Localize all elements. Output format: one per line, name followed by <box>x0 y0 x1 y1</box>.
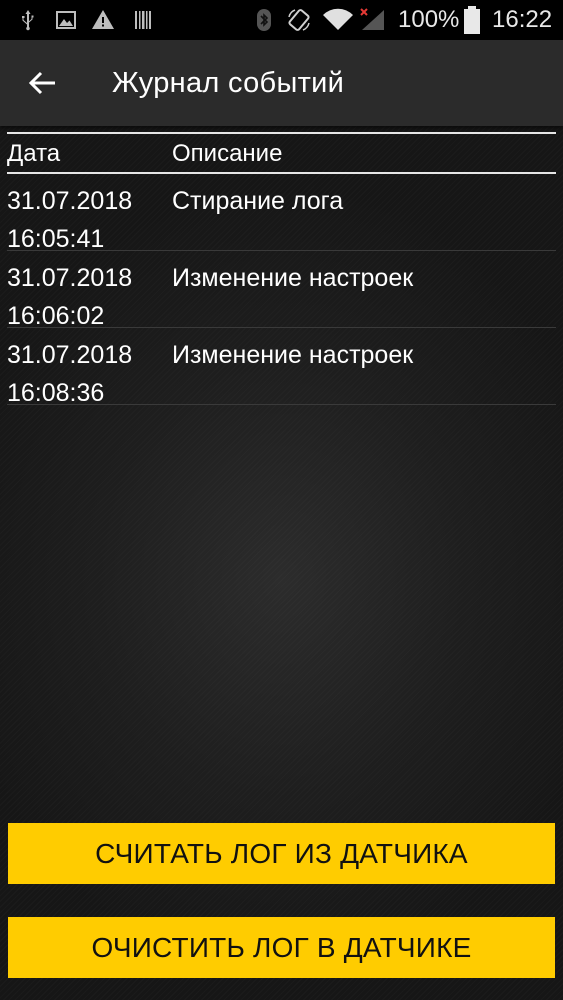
event-date: 31.07.2018 <box>7 341 133 369</box>
app-bar: Журнал событий <box>0 40 563 126</box>
column-header-description: Описание <box>172 140 283 167</box>
usb-icon <box>22 10 34 31</box>
clear-log-button[interactable]: ОЧИСТИТЬ ЛОГ В ДАТЧИКЕ <box>8 917 555 978</box>
signal-icon <box>360 8 384 30</box>
battery-icon <box>464 6 480 34</box>
event-datetime: 31.07.2018 16:05:41 <box>7 182 167 258</box>
event-date: 31.07.2018 <box>7 187 133 215</box>
image-icon <box>56 11 76 29</box>
warning-icon <box>92 10 114 29</box>
event-description: Изменение настроек <box>172 264 414 292</box>
bluetooth-icon <box>257 9 271 31</box>
arrow-left-icon <box>28 71 55 95</box>
wifi-icon <box>323 8 353 31</box>
back-button[interactable] <box>22 62 64 104</box>
table-row[interactable]: 31.07.2018 16:08:36 Изменение настроек <box>7 328 556 407</box>
table-row[interactable]: 31.07.2018 16:06:02 Изменение настроек <box>7 251 556 330</box>
event-description: Изменение настроек <box>172 341 414 369</box>
column-header-date: Дата <box>7 140 61 167</box>
table-row[interactable]: 31.07.2018 16:05:41 Стирание лога <box>7 174 556 253</box>
event-datetime: 31.07.2018 16:08:36 <box>7 336 167 412</box>
screen-rotation-icon <box>288 9 310 31</box>
event-time: 16:08:36 <box>7 379 105 407</box>
event-datetime: 31.07.2018 16:06:02 <box>7 259 167 335</box>
event-date: 31.07.2018 <box>7 264 133 292</box>
status-bar: 100% 16:22 <box>0 0 563 40</box>
read-log-button[interactable]: СЧИТАТЬ ЛОГ ИЗ ДАТЧИКА <box>8 823 555 884</box>
battery-percent: 100% <box>398 6 460 33</box>
clock: 16:22 <box>492 6 553 33</box>
event-description: Стирание лога <box>172 187 344 215</box>
barcode-icon <box>135 11 151 29</box>
events-table: Дата Описание 31.07.2018 16:05:41 Стиран… <box>7 132 556 407</box>
page-title: Журнал событий <box>112 67 345 99</box>
table-header: Дата Описание <box>7 132 556 174</box>
